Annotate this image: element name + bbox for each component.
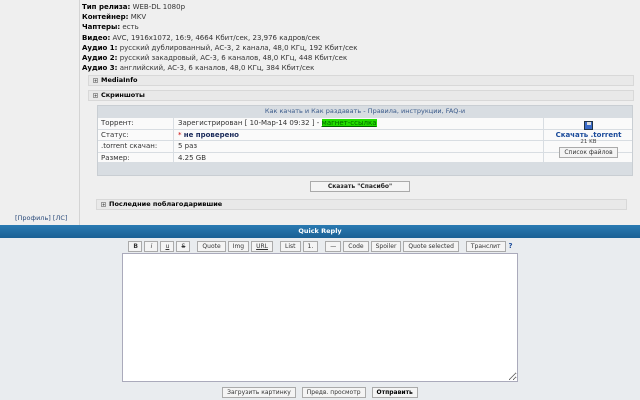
value: MKV [130,13,147,22]
help-link[interactable]: ? [509,242,513,250]
download-panel: Скачать .torrent 21 KB Список файлов [543,117,633,163]
label: .torrent скачан: [98,141,174,152]
value: 5 раз [178,142,198,150]
label: Торрент: [98,118,174,129]
spoiler-title: Последние поблагодарившие [109,200,223,208]
release-line: Контейнер: MKV [82,12,634,22]
release-line: Аудио 1: русский дублированный, AC-3, 2 … [82,43,634,53]
box-footer [98,163,632,175]
torrent-file-size: 21 KB [580,139,597,145]
value: WEB-DL 1080p [132,3,186,11]
label: Размер: [98,152,174,162]
hr-button[interactable]: — [325,241,342,252]
label: Тип релиза: [82,3,131,11]
floppy-icon[interactable] [584,121,593,130]
release-line: Чаптеры: есть [82,22,634,32]
plus-icon: + [93,92,98,98]
author-column [0,0,80,225]
spoiler-button[interactable]: Spoiler [370,241,402,252]
label: Контейнер: [82,13,129,22]
release-line: Аудио 2: русский закадровый, AC-3, 6 кан… [82,53,634,63]
list-button[interactable]: List [280,241,301,252]
release-line: Аудио 3: английский, AC-3, 6 каналов, 48… [82,63,634,73]
upload-image-button[interactable]: Загрузить картинку [222,387,296,398]
label: Аудио 1: [82,43,118,52]
code-button[interactable]: Code [343,241,369,252]
say-thanks-button[interactable]: Сказать "Спасибо" [310,181,410,192]
bbcode-toolbar: Bi u S Quote Img URL List 1. — Code Spoiler Quote s… [0,241,640,252]
label: Аудио 3: [82,64,118,73]
thanks-wrap: Сказать "Спасибо" [310,181,410,192]
pm-link[interactable]: [ЛС] [53,214,68,222]
value: 4.25 GB [178,153,207,162]
spoiler-title: MediaInfo [101,76,138,85]
reply-actions: Загрузить картинку Предв. просмотр Отпра… [0,387,640,398]
submit-button[interactable]: Отправить [371,387,418,398]
preview-button[interactable]: Предв. просмотр [301,387,366,398]
author-links: [Профиль] [ЛС] [15,214,67,222]
quick-reply-header: Quick Reply [0,225,640,238]
plus-icon: + [93,77,98,83]
img-button[interactable]: Img [227,241,250,252]
file-list-button[interactable]: Список файлов [559,147,618,158]
bold-button[interactable]: B [128,241,143,252]
numbered-list-button[interactable]: 1. [302,241,319,252]
quote-button[interactable]: Quote [197,241,226,252]
help-links[interactable]: Как качать и Как раздавать - Правила, ин… [98,106,632,117]
value: AVC, 1916x1072, 16:9, 4664 Кбит/сек, 23,… [112,33,321,42]
value: Зарегистрирован [ 10-Мар-14 09:32 ] - [178,119,322,127]
value: есть [122,23,139,32]
release-info: Тип релиза: WEB-DL 1080p Контейнер: MKV … [82,2,634,105]
quote-selected-button[interactable]: Quote selected [403,241,459,252]
spoiler-title: Скриншоты [101,91,145,100]
spoiler-mediainfo[interactable]: + MediaInfo [88,75,634,87]
value: русский дублированный, AC-3, 2 канала, 4… [119,43,358,52]
spoiler-thanks[interactable]: + Последние поблагодарившие [96,199,627,210]
italic-button[interactable]: i [144,241,159,252]
translit-button[interactable]: Транслит [465,241,506,252]
download-torrent-link[interactable]: Скачать .torrent [544,131,633,139]
value: русский закадровый, AC-3, 6 каналов, 48,… [119,53,348,62]
spoiler-screenshots[interactable]: + Скриншоты [88,90,634,102]
plus-icon: + [101,201,106,207]
torrent-info-box: Как качать и Как раздавать - Правила, ин… [97,105,633,176]
status-value: не проверено [183,130,239,139]
underline-button[interactable]: u [160,241,175,252]
message-textarea[interactable] [122,253,518,382]
release-line: Видео: AVC, 1916x1072, 16:9, 4664 Кбит/с… [82,33,634,43]
status-mark: * [178,130,182,139]
label: Статус: [98,129,174,140]
label: Видео: [82,33,111,42]
profile-link[interactable]: [Профиль] [15,214,51,222]
label: Чаптеры: [82,23,121,32]
strike-button[interactable]: S [176,241,191,252]
url-button[interactable]: URL [251,241,274,252]
magnet-link[interactable]: магнет-ссылка [321,119,377,127]
value: английский, AC-3, 6 каналов, 48,0 КГц, 3… [119,64,315,73]
label: Аудио 2: [82,53,118,62]
release-line: Тип релиза: WEB-DL 1080p [82,2,634,12]
